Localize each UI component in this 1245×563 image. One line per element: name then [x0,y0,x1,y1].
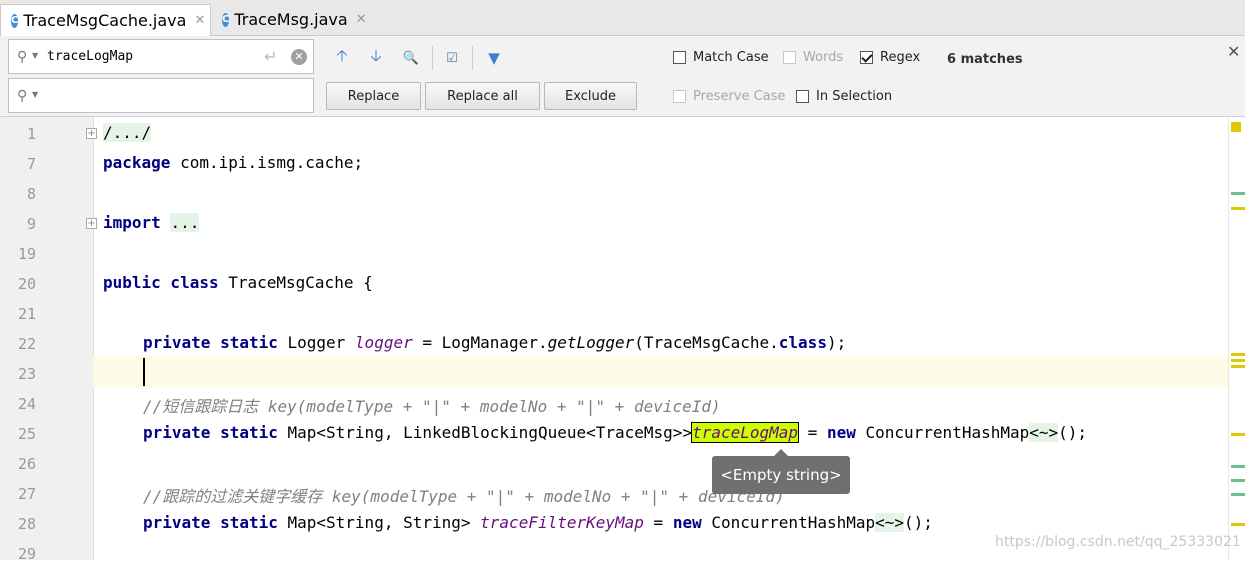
line-number: 1 [26,125,36,143]
expand-fold-icon[interactable]: + [86,128,97,139]
editor-tab-bar: C TraceMsgCache.java ✕ C TraceMsg.java ✕ [0,0,1245,36]
change-marker[interactable] [1231,493,1245,496]
toolbar-separator [432,46,433,70]
code-line: //短信跟踪日志 key(modelType + "|" + modelNo +… [143,393,721,417]
search-input[interactable]: traceLogMap [47,49,133,64]
next-occurrence-icon[interactable]: 🡣 [366,46,386,69]
change-marker[interactable] [1231,479,1245,482]
line-number: 8 [26,185,36,203]
line-number: 22 [17,335,36,353]
line-number: 20 [17,275,36,293]
select-all-occurrences-icon[interactable]: ☑ [441,47,463,69]
expand-fold-icon[interactable]: + [86,218,97,229]
tab-tracemsgcache[interactable]: C TraceMsgCache.java ✕ [0,4,211,36]
toolbar-separator [472,46,473,70]
enter-icon: ↵ [264,47,278,66]
line-number-gutter: 1 7 8 9 19 20 21 22 23 24 25 26 27 28 29 [0,117,94,563]
code-comment: //短信跟踪日志 key(modelType + "|" + modelNo +… [143,397,721,416]
code-line: public class TraceMsgCache { [103,273,373,292]
match-marker[interactable] [1231,433,1245,436]
previous-occurrence-icon[interactable]: 🡡 [332,46,352,69]
search-icon[interactable]: ⚲ [17,88,27,104]
filter-icon[interactable]: ▼ [483,47,505,69]
find-replace-panel: ⚲ ▼ traceLogMap ↵ ✕ ⚲ ▼ 🡡 🡣 🔍 ☑ ▼ Replac… [0,36,1245,117]
change-marker[interactable] [1231,465,1245,468]
code-line: /.../ [103,123,152,142]
folded-region[interactable]: /.../ [103,123,152,142]
in-selection-checkbox[interactable]: In Selection [796,89,892,104]
text-cursor [143,358,145,386]
tab-label: TraceMsg.java [234,10,348,29]
java-class-icon: C [222,12,230,27]
line-number: 25 [17,425,36,443]
checkbox-box[interactable] [673,90,686,103]
line-number: 29 [17,545,36,563]
inspection-status-icon[interactable] [1231,122,1241,132]
match-marker[interactable] [1231,365,1245,368]
replace-preview-tooltip: <Empty string> [712,449,850,494]
tab-tracemsg[interactable]: C TraceMsg.java ✕ [212,4,372,35]
chevron-down-icon[interactable]: ▼ [32,90,38,99]
close-icon[interactable]: ✕ [194,13,205,28]
words-checkbox[interactable]: Words [783,50,843,65]
search-icon[interactable]: ⚲ [17,49,27,65]
line-number: 21 [17,305,36,323]
code-line: package com.ipi.ismg.cache; [103,153,364,172]
line-number: 27 [17,485,36,503]
folded-diamond[interactable]: <~> [875,513,905,532]
replace-all-button[interactable]: Replace all [425,82,540,110]
line-number: 19 [17,245,36,263]
match-marker[interactable] [1231,353,1245,356]
watermark: https://blog.csdn.net/qq_25333021 [995,534,1241,550]
checkbox-box[interactable] [860,51,873,64]
match-case-checkbox[interactable]: Match Case [673,50,769,65]
line-number: 24 [17,395,36,413]
line-number: 9 [26,215,36,233]
regex-checkbox[interactable]: Regex [860,50,920,65]
checkbox-box[interactable] [783,51,796,64]
clear-icon[interactable]: ✕ [291,49,307,65]
preserve-case-checkbox[interactable]: Preserve Case [673,89,785,104]
checkbox-box[interactable] [673,51,686,64]
checkbox-box[interactable] [796,90,809,103]
replace-button[interactable]: Replace [326,82,421,110]
exclude-button[interactable]: Exclude [544,82,637,110]
code-editor[interactable]: 1 7 8 9 19 20 21 22 23 24 25 26 27 28 29… [0,117,1245,563]
code-line: private static Map<String, LinkedBlockin… [143,422,1088,443]
match-count: 6 matches [947,52,1023,67]
tab-label: TraceMsgCache.java [23,11,187,30]
match-marker[interactable] [1231,523,1245,526]
chevron-down-icon[interactable]: ▼ [32,51,38,60]
code-comment: //跟踪的过滤关键字缓存 key(modelType + "|" + model… [143,487,785,506]
folded-region[interactable]: ... [170,213,200,232]
line-number: 23 [17,365,36,383]
change-marker[interactable] [1231,192,1245,195]
line-number: 28 [17,515,36,533]
match-marker[interactable] [1231,359,1245,362]
search-field[interactable]: ⚲ ▼ traceLogMap ↵ ✕ [8,39,314,74]
folded-diamond[interactable]: <~> [1029,423,1059,442]
search-match-highlight: traceLogMap [691,422,800,443]
code-line: //跟踪的过滤关键字缓存 key(modelType + "|" + model… [143,483,785,507]
code-line: private static Logger logger = LogManage… [143,333,847,352]
line-number: 7 [26,155,36,173]
line-number: 26 [17,455,36,473]
current-line-highlight [93,357,1228,387]
close-icon[interactable]: ✕ [356,12,367,27]
match-marker[interactable] [1231,207,1245,210]
replace-field[interactable]: ⚲ ▼ [8,78,314,113]
close-icon[interactable]: ✕ [1227,42,1240,61]
code-line: private static Map<String, String> trace… [143,513,933,532]
java-class-icon: C [11,13,19,28]
find-all-icon[interactable]: 🔍 [400,47,422,69]
code-line: import ... [103,213,200,232]
